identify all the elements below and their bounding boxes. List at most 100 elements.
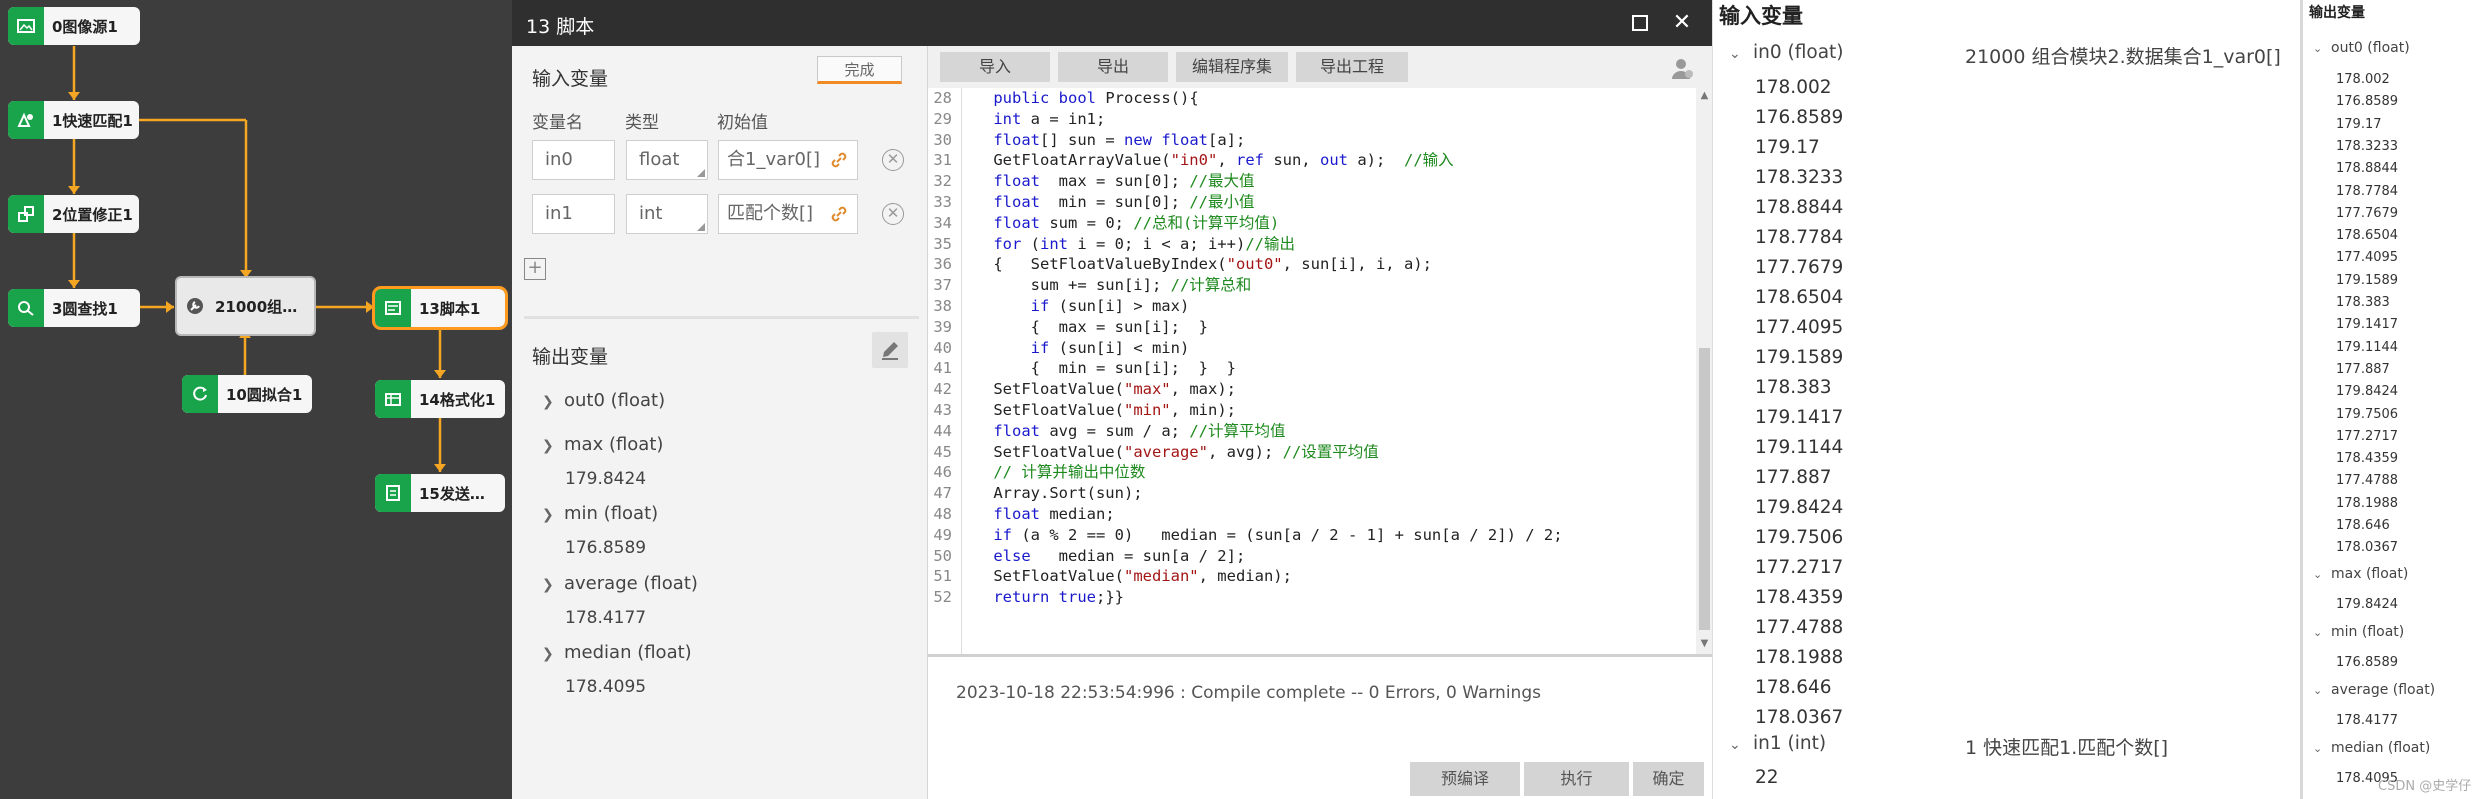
var-name-field[interactable]: in0 — [532, 140, 615, 180]
var-type-select[interactable]: int — [626, 194, 708, 234]
flow-node-label: 14格式化1 — [419, 390, 496, 409]
flow-node-fast-match[interactable]: 1快速匹配1 — [8, 101, 139, 139]
code-line[interactable]: 36 { SetFloatValueByIndex("out0", sun[i]… — [928, 254, 1696, 275]
output-value-average: 178.4177 — [565, 608, 647, 628]
edit-icon[interactable] — [872, 332, 908, 368]
input-group-in1[interactable]: ⌄ in1 (int) — [1729, 733, 1826, 754]
code-line[interactable]: 47 Array.Sort(sun); — [928, 483, 1696, 504]
var-init-text: 合1_var0[] — [727, 149, 821, 170]
code-text: float avg = sum / a; //计算平均值 — [993, 421, 1286, 440]
code-line[interactable]: 40 if (sun[i] < min) — [928, 338, 1696, 359]
line-number: 43 — [933, 400, 952, 419]
var-init-field[interactable]: 合1_var0[] — [718, 140, 858, 180]
input-value: 178.3233 — [1755, 167, 1844, 188]
vertical-scrollbar[interactable]: ▲ ▼ — [1696, 88, 1713, 654]
scrollbar-thumb[interactable] — [1699, 348, 1710, 630]
code-line[interactable]: 44 float avg = sum / a; //计算平均值 — [928, 421, 1696, 442]
scroll-up-icon[interactable]: ▲ — [1699, 90, 1710, 102]
flow-node-image-source[interactable]: 0图像源1 — [8, 7, 140, 45]
export-project-button[interactable]: 导出工程 — [1296, 52, 1408, 82]
flow-node-group-module[interactable]: 21000组合... — [175, 276, 316, 336]
remove-icon[interactable]: ✕ — [882, 203, 904, 225]
code-editor-panel: 导入 导出 编辑程序集 导出工程 28 public bool Process(… — [927, 46, 1713, 799]
output-value: 178.383 — [2336, 295, 2390, 310]
image-icon — [8, 7, 44, 45]
output-item-average[interactable]: ❯ average (float) — [542, 573, 698, 594]
remove-icon[interactable]: ✕ — [882, 149, 904, 171]
flow-node-send-data[interactable]: 15发送数据1 — [375, 474, 505, 512]
import-button[interactable]: 导入 — [940, 52, 1050, 82]
flow-node-label: 15发送数据1 — [419, 484, 505, 503]
done-button[interactable]: 完成 — [817, 56, 902, 84]
link-icon[interactable] — [829, 150, 849, 170]
var-type-text: int — [639, 203, 663, 224]
var-name-field[interactable]: in1 — [532, 194, 615, 234]
precompile-button[interactable]: 预编译 — [1410, 762, 1520, 796]
ok-button[interactable]: 确定 — [1633, 762, 1704, 796]
code-text: for (int i = 0; i < a; i++)//输出 — [993, 234, 1295, 253]
code-line[interactable]: 32 float max = sun[0]; //最大值 — [928, 171, 1696, 192]
output-item-max[interactable]: ❯ max (float) — [542, 434, 663, 455]
output-item-out0[interactable]: ❯ out0 (float) — [542, 390, 665, 411]
code-line[interactable]: 33 float min = sun[0]; //最小值 — [928, 192, 1696, 213]
output-item-min[interactable]: ❯ min (float) — [542, 503, 658, 524]
input-panel-title: 输入变量 — [1719, 4, 1803, 28]
input-value: 178.6504 — [1755, 287, 1844, 308]
code-line[interactable]: 42 SetFloatValue("max", max); — [928, 379, 1696, 400]
input-variables-panel: 输入变量 ⌄ in0 (float) 21000 组合模块2.数据集合1_var0… — [1712, 0, 2300, 799]
code-line[interactable]: 31 GetFloatArrayValue("in0", ref sun, ou… — [928, 150, 1696, 171]
output-group-out0[interactable]: ⌄ out0 (float) — [2313, 40, 2410, 56]
code-line[interactable]: 45 SetFloatValue("average", avg); //设置平均… — [928, 442, 1696, 463]
code-line[interactable]: 35 for (int i = 0; i < a; i++)//输出 — [928, 234, 1696, 255]
user-icon[interactable] — [1670, 56, 1694, 80]
close-icon[interactable]: ✕ — [1669, 10, 1695, 36]
flow-node-circle-find[interactable]: 3圆查找1 — [8, 289, 140, 327]
output-item-median[interactable]: ❯ median (float) — [542, 642, 692, 663]
column-header-name: 变量名 — [532, 113, 583, 133]
flow-node-format[interactable]: 14格式化1 — [375, 380, 505, 418]
flow-node-position-fix[interactable]: 2位置修正1 — [8, 195, 139, 233]
code-line[interactable]: 30 float[] sun = new float[a]; — [928, 130, 1696, 151]
code-line[interactable]: 46 // 计算并输出中位数 — [928, 462, 1696, 483]
code-line[interactable]: 50 else median = sun[a / 2]; — [928, 546, 1696, 567]
code-line[interactable]: 43 SetFloatValue("min", min); — [928, 400, 1696, 421]
code-line[interactable]: 51 SetFloatValue("median", median); — [928, 566, 1696, 587]
output-group-max[interactable]: ⌄ max (float) — [2313, 566, 2408, 582]
code-text: Array.Sort(sun); — [956, 484, 1143, 503]
code-line[interactable]: 48 float median; — [928, 504, 1696, 525]
code-text-area[interactable]: 28 public bool Process(){29 int a = in1;… — [928, 88, 1696, 654]
code-line[interactable]: 41 { min = sun[i]; } } — [928, 358, 1696, 379]
match-icon — [8, 101, 44, 139]
position-icon — [8, 195, 44, 233]
output-group-min[interactable]: ⌄ min (float) — [2313, 624, 2404, 640]
code-line[interactable]: 39 { max = sun[i]; } — [928, 317, 1696, 338]
chevron-down-icon: ❯ — [542, 646, 554, 662]
code-line[interactable]: 34 float sum = 0; //总和(计算平均值) — [928, 213, 1696, 234]
execute-button[interactable]: 执行 — [1524, 762, 1629, 796]
flow-canvas[interactable]: 0图像源1 1快速匹配1 2位置修正1 3圆查找1 21000组合... 10圆… — [0, 0, 512, 799]
edit-assembly-button[interactable]: 编辑程序集 — [1176, 52, 1288, 82]
export-button[interactable]: 导出 — [1058, 52, 1168, 82]
output-group-median[interactable]: ⌄ median (float) — [2313, 740, 2430, 756]
code-line[interactable]: 37 sum += sun[i]; //计算总和 — [928, 275, 1696, 296]
code-line[interactable]: 28 public bool Process(){ — [928, 88, 1696, 109]
code-line[interactable]: 52 return true;}} — [928, 587, 1696, 608]
code-line[interactable]: 49 if (a % 2 == 0) median = (sun[a / 2 -… — [928, 525, 1696, 546]
var-init-field[interactable]: 匹配个数[] — [718, 194, 858, 234]
output-group-average[interactable]: ⌄ average (float) — [2313, 682, 2435, 698]
flow-node-circle-fit[interactable]: 10圆拟合1 — [182, 375, 312, 413]
output-group-label: average (float) — [2331, 682, 2436, 698]
code-text: public bool Process(){ — [993, 89, 1199, 107]
link-icon[interactable] — [829, 204, 849, 224]
code-line[interactable]: 38 if (sun[i] > max) — [928, 296, 1696, 317]
var-type-select[interactable]: float — [626, 140, 708, 180]
maximize-icon[interactable] — [1627, 10, 1653, 36]
code-line[interactable]: 29 int a = in1; — [928, 109, 1696, 130]
add-variable-icon[interactable]: + — [524, 258, 546, 280]
scroll-down-icon[interactable]: ▼ — [1699, 638, 1710, 650]
flow-node-label: 1快速匹配1 — [52, 111, 133, 130]
line-number: 44 — [933, 421, 952, 440]
line-number: 49 — [933, 525, 952, 544]
flow-node-script[interactable]: 13脚本1 — [372, 286, 508, 330]
input-group-in0[interactable]: ⌄ in0 (float) — [1729, 42, 1844, 63]
